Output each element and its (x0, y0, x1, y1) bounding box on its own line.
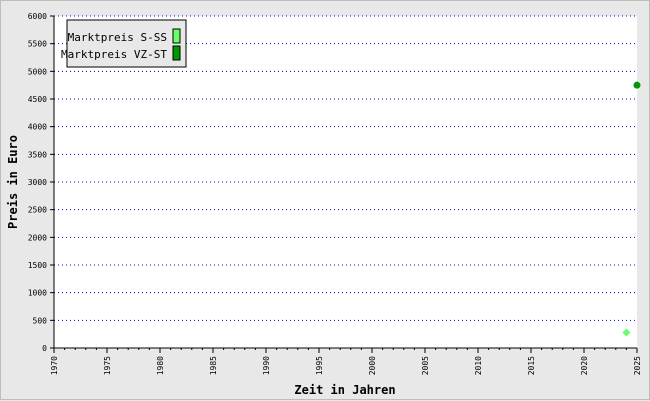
y-tick-label: 2500 (28, 206, 47, 215)
legend-label-vz-st: Marktpreis VZ-ST (61, 48, 167, 61)
data-point-vz-st (633, 81, 641, 89)
y-tick-label: 0 (42, 344, 47, 353)
x-tick-label: 2005 (421, 356, 430, 375)
x-tick-label: 2025 (633, 356, 642, 375)
y-tick-label: 2000 (28, 233, 47, 242)
x-axis-title: Zeit in Jahren (294, 383, 395, 397)
y-tick-labels: 0 500 1000 1500 2000 2500 3000 3500 4000 4500 5000… (28, 12, 47, 353)
y-tick-label: 1000 (28, 289, 47, 298)
x-tick-label: 2015 (527, 356, 536, 375)
legend-label-s-ss: Marktpreis S-SS (68, 31, 167, 44)
y-tick-label: 3000 (28, 178, 47, 187)
y-tick-label: 500 (33, 316, 48, 325)
x-tick-label: 1975 (103, 356, 112, 375)
x-tick-label: 1980 (156, 356, 165, 375)
chart: 0 500 1000 1500 2000 2500 3000 3500 4000 4500 5000… (0, 0, 650, 400)
y-tick-label: 1500 (28, 261, 47, 270)
x-tick-label: 1970 (50, 356, 59, 375)
x-tick-label: 2010 (474, 356, 483, 375)
x-tick-label: 2000 (368, 356, 377, 375)
y-tick-label: 4000 (28, 123, 47, 132)
y-tick-label: 3500 (28, 150, 47, 159)
y-axis-title: Preis in Euro (6, 135, 20, 229)
legend-swatch-s-ss (172, 28, 181, 44)
x-tick-label: 1985 (209, 356, 218, 375)
chart-svg: 0 500 1000 1500 2000 2500 3000 3500 4000 4500 5000… (6, 12, 642, 397)
x-tick-labels: 1970 1975 1980 1985 1990 1995 2000 2005 2010 2015… (50, 356, 642, 375)
y-tick-label: 5000 (28, 67, 47, 76)
y-tick-label: 6000 (28, 12, 47, 21)
legend: Marktpreis S-SS Marktpreis VZ-ST (61, 19, 187, 68)
y-tick-label: 5500 (28, 40, 47, 49)
x-tick-label: 1995 (315, 356, 324, 375)
x-tick-label: 2020 (580, 356, 589, 375)
y-tick-label: 4500 (28, 95, 47, 104)
x-tick-label: 1990 (262, 356, 271, 375)
legend-swatch-vz-st (172, 45, 181, 61)
